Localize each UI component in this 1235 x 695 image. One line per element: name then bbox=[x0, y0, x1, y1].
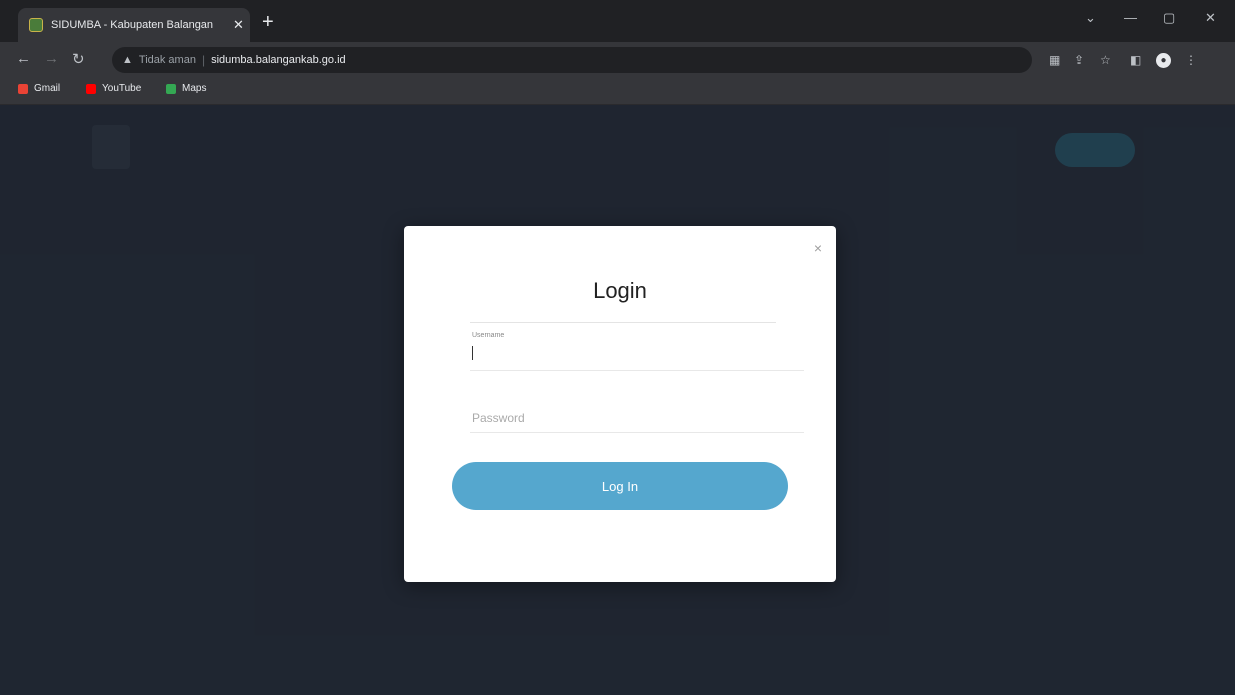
bookmark-youtube[interactable]: YouTube bbox=[86, 83, 141, 94]
new-tab-button[interactable]: + bbox=[262, 12, 274, 32]
username-label: Username bbox=[472, 332, 505, 339]
address-bar[interactable]: ▲ Tidak aman | sidumba.balangankab.go.id bbox=[112, 47, 1032, 73]
maximize-button[interactable]: ▢ bbox=[1163, 10, 1175, 26]
site-favicon-icon bbox=[29, 18, 43, 32]
bookmarks-bar: Gmail YouTube Maps bbox=[0, 78, 1235, 105]
tab-strip: SIDUMBA - Kabupaten Balangan ✕ + ⌄ — ▢ ✕ bbox=[0, 0, 1235, 42]
username-field-group: Username bbox=[470, 332, 804, 372]
address-separator: | bbox=[201, 53, 206, 67]
title-divider bbox=[470, 322, 776, 323]
minimize-button[interactable]: — bbox=[1124, 10, 1137, 25]
modal-title: Login bbox=[593, 278, 647, 303]
bookmark-gmail[interactable]: Gmail bbox=[18, 83, 60, 94]
maps-icon bbox=[166, 83, 176, 94]
gmail-icon bbox=[18, 83, 28, 94]
bookmark-label: Maps bbox=[182, 83, 207, 94]
close-icon[interactable]: × bbox=[814, 240, 822, 256]
profile-avatar-icon[interactable]: ● bbox=[1156, 53, 1171, 68]
bookmark-label: YouTube bbox=[102, 83, 142, 94]
close-window-button[interactable]: ✕ bbox=[1205, 10, 1216, 26]
tab-title: SIDUMBA - Kabupaten Balangan bbox=[51, 19, 214, 31]
youtube-icon bbox=[86, 83, 96, 94]
bookmark-maps[interactable]: Maps bbox=[166, 83, 206, 94]
bookmark-label: Gmail bbox=[34, 83, 61, 94]
login-button[interactable]: Log In bbox=[452, 462, 788, 510]
browser-tab[interactable]: SIDUMBA - Kabupaten Balangan ✕ bbox=[18, 8, 250, 42]
url-text: sidumba.balangankab.go.id bbox=[211, 54, 346, 66]
share-icon[interactable]: ⇪ bbox=[1074, 53, 1084, 67]
menu-kebab-icon[interactable]: ⋮ bbox=[1185, 53, 1197, 67]
not-secure-label: Tidak aman bbox=[138, 54, 196, 66]
bookmark-star-icon[interactable]: ☆ bbox=[1100, 53, 1111, 67]
forward-arrow-icon[interactable]: → bbox=[44, 50, 59, 67]
login-modal: × Login Username Log In bbox=[404, 226, 836, 582]
side-panel-icon[interactable]: ◧ bbox=[1130, 53, 1141, 67]
password-input[interactable] bbox=[470, 404, 804, 433]
tab-search-icon[interactable]: ⌄ bbox=[1085, 10, 1096, 26]
tab-close-icon[interactable]: ✕ bbox=[233, 17, 244, 33]
back-arrow-icon[interactable]: ← bbox=[16, 50, 31, 67]
translate-icon[interactable]: ▦ bbox=[1049, 53, 1060, 67]
not-secure-warning-icon[interactable]: ▲ bbox=[122, 54, 133, 66]
username-input[interactable] bbox=[470, 342, 804, 371]
reload-icon[interactable]: ↻ bbox=[72, 50, 85, 68]
password-field-group bbox=[470, 398, 804, 438]
